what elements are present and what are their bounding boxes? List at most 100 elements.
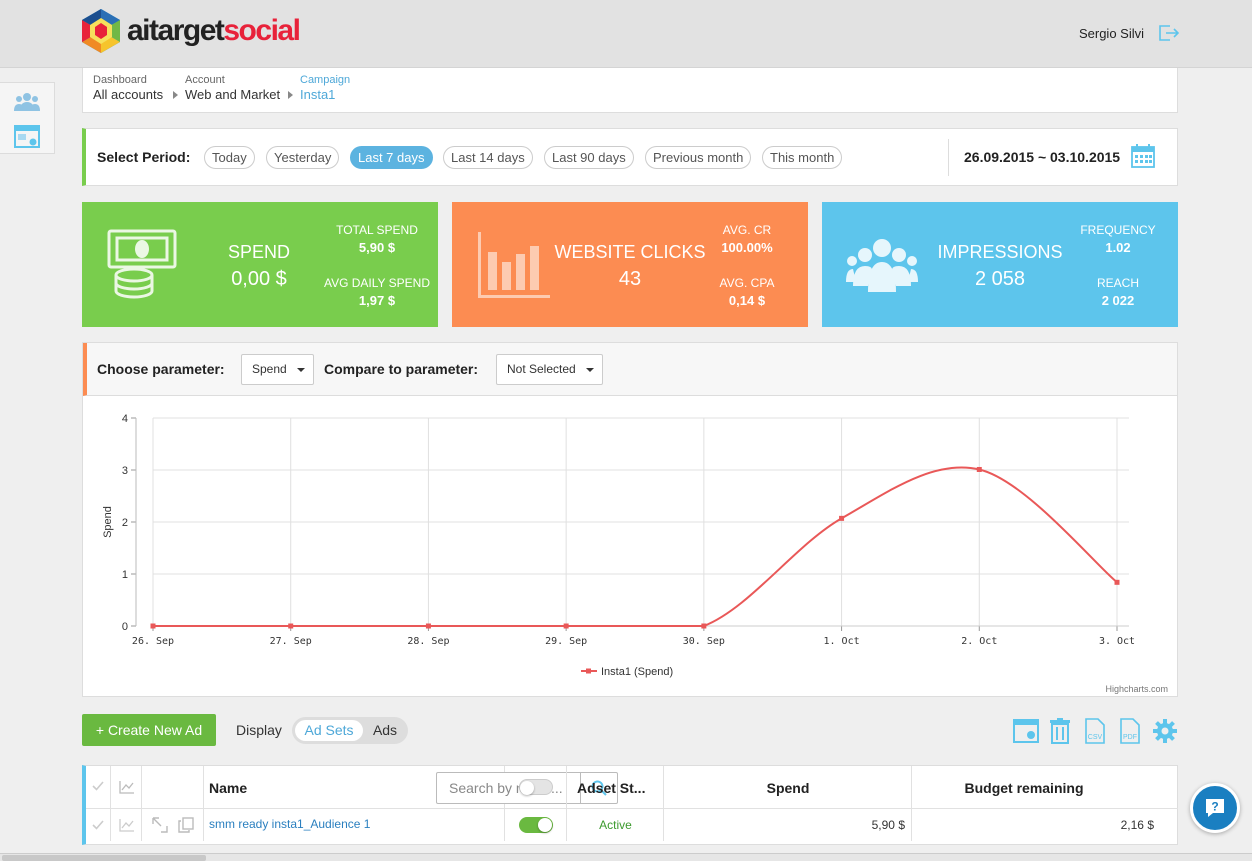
period-last-90-days[interactable]: Last 90 days xyxy=(544,146,634,169)
data-point[interactable] xyxy=(425,623,431,629)
display-ad-sets[interactable]: Ad Sets xyxy=(295,720,363,741)
brand-logo[interactable]: aitargetsocial xyxy=(80,8,301,54)
chart-legend[interactable]: Insta1 (Spend) xyxy=(581,666,673,678)
copy-icon[interactable] xyxy=(178,817,194,833)
data-point[interactable] xyxy=(1114,579,1120,585)
period-selector: Select Period: Today Yesterday Last 7 da… xyxy=(82,128,1178,186)
brand-hexagon-icon xyxy=(82,9,120,53)
choose-parameter-label: Choose parameter: xyxy=(97,361,225,377)
period-last-7-days[interactable]: Last 7 days xyxy=(350,146,433,169)
select-all-cell[interactable] xyxy=(86,766,111,809)
scrollbar-thumb[interactable] xyxy=(2,855,206,861)
breadcrumb-dashboard[interactable]: Dashboard All accounts xyxy=(93,74,163,102)
data-point[interactable] xyxy=(150,623,156,629)
adset-status-header[interactable]: Adset St... xyxy=(567,766,664,809)
period-this-month[interactable]: This month xyxy=(762,146,843,169)
parameter-bar: Choose parameter: Spend Compare to param… xyxy=(83,343,1177,396)
chart-credits[interactable]: Highcharts.com xyxy=(1105,684,1168,694)
svg-text:PDF: PDF xyxy=(1123,734,1137,741)
y-tick-label: 2 xyxy=(122,517,128,529)
breadcrumb-separator xyxy=(288,91,293,99)
toggle-all-switch[interactable] xyxy=(519,779,553,795)
money-icon xyxy=(107,229,177,299)
table-row-chart[interactable] xyxy=(111,809,142,841)
data-point[interactable] xyxy=(701,623,707,629)
name-header: Name Search by name... xyxy=(204,766,618,809)
svg-text:CSV: CSV xyxy=(1088,734,1103,741)
top-bar: aitargetsocial Sergio Silvi xyxy=(0,0,1252,68)
audience-icon xyxy=(846,239,918,292)
gear-icon[interactable] xyxy=(1152,718,1178,744)
table-row-actions xyxy=(142,809,204,841)
x-tick-label: 2. Oct xyxy=(961,636,997,647)
line-chart-icon xyxy=(119,781,134,794)
breadcrumb-account[interactable]: Account Web and Market xyxy=(185,74,280,102)
budget-remaining-header[interactable]: Budget remaining xyxy=(912,766,1178,809)
table-row-toggle xyxy=(505,809,567,841)
calendar-icon[interactable] xyxy=(1131,144,1155,168)
logout-icon[interactable] xyxy=(1158,24,1180,42)
date-divider xyxy=(948,139,949,176)
window-gear-icon xyxy=(14,125,40,148)
x-tick-label: 29. Sep xyxy=(545,636,587,647)
breadcrumb-campaign[interactable]: Campaign Insta1 xyxy=(300,74,350,102)
checkmark-icon xyxy=(92,820,104,830)
x-tick-label: 26. Sep xyxy=(132,636,174,647)
table-row-budget: 2,16 $ xyxy=(1120,818,1154,832)
user-menu: Sergio Silvi xyxy=(1079,24,1180,42)
create-new-ad-button[interactable]: + Create New Ad xyxy=(82,714,216,746)
breadcrumb-separator xyxy=(173,91,178,99)
audience-icon xyxy=(14,93,40,111)
help-chat-button[interactable]: ? xyxy=(1190,783,1240,833)
website-clicks-card: WEBSITE CLICKS 43 AVG. CR 100.00% AVG. C… xyxy=(452,202,808,327)
compare-parameter-select[interactable]: Not Selected xyxy=(496,354,603,385)
horizontal-scrollbar[interactable] xyxy=(0,853,1252,861)
rail-ad-settings[interactable] xyxy=(12,123,42,151)
choose-parameter-select[interactable]: Spend xyxy=(241,354,314,385)
period-last-14-days[interactable]: Last 14 days xyxy=(443,146,533,169)
line-chart-icon xyxy=(119,819,134,832)
rail-audiences[interactable] xyxy=(12,88,42,116)
x-tick-label: 30. Sep xyxy=(683,636,725,647)
table-row-select[interactable] xyxy=(86,809,111,841)
spend-header[interactable]: Spend xyxy=(664,766,912,809)
actions-header xyxy=(142,766,204,809)
trash-icon[interactable] xyxy=(1048,718,1072,744)
adset-active-switch[interactable] xyxy=(519,817,553,833)
chart-panel: Choose parameter: Spend Compare to param… xyxy=(82,342,1178,697)
x-tick-label: 27. Sep xyxy=(270,636,312,647)
pdf-export-icon[interactable]: PDF xyxy=(1119,718,1141,744)
data-point[interactable] xyxy=(288,623,294,629)
series-line-insta1-spend xyxy=(152,466,1118,627)
data-point[interactable] xyxy=(976,466,982,472)
window-gear-icon[interactable] xyxy=(1013,718,1039,744)
legend-item-insta1-spend[interactable]: Insta1 (Spend) xyxy=(601,666,673,678)
chart-toggle-header[interactable] xyxy=(111,766,142,809)
table-row-status: Active xyxy=(567,809,664,841)
brand-name: aitargetsocial xyxy=(127,14,301,47)
table-row-name[interactable]: smm ready insta1_Audience 1 xyxy=(204,809,505,841)
period-previous-month[interactable]: Previous month xyxy=(645,146,752,169)
display-ads[interactable]: Ads xyxy=(366,720,404,741)
y-tick-label: 1 xyxy=(122,569,128,581)
period-yesterday[interactable]: Yesterday xyxy=(266,146,340,169)
display-label: Display xyxy=(236,722,282,738)
spend-line-chart: 0 1 2 3 4 26. Sep 27. Sep 28. Sep 29. Sep 30. Sep… xyxy=(102,413,1168,694)
status-toggle-header xyxy=(505,766,567,809)
csv-export-icon[interactable]: CSV xyxy=(1084,718,1106,744)
left-rail xyxy=(0,82,55,154)
date-range[interactable]: 26.09.2015 ~ 03.10.2015 xyxy=(964,149,1120,165)
chevron-down-icon xyxy=(297,368,305,372)
display-toggle: Ad Sets Ads xyxy=(292,717,408,744)
data-point[interactable] xyxy=(563,623,569,629)
table-row-spend: 5,90 $ xyxy=(664,809,912,841)
y-tick-label: 0 xyxy=(122,621,128,633)
period-today[interactable]: Today xyxy=(204,146,255,169)
impressions-card: IMPRESSIONS 2 058 FREQUENCY 1.02 REACH 2… xyxy=(822,202,1178,327)
data-point[interactable] xyxy=(839,515,845,521)
x-tick-label: 1. Oct xyxy=(824,636,860,647)
expand-icon[interactable] xyxy=(152,817,168,833)
user-name[interactable]: Sergio Silvi xyxy=(1079,26,1144,41)
spend-card: SPEND 0,00 $ TOTAL SPEND 5,90 $ AVG DAIL… xyxy=(82,202,438,327)
y-tick-label: 3 xyxy=(122,465,128,477)
